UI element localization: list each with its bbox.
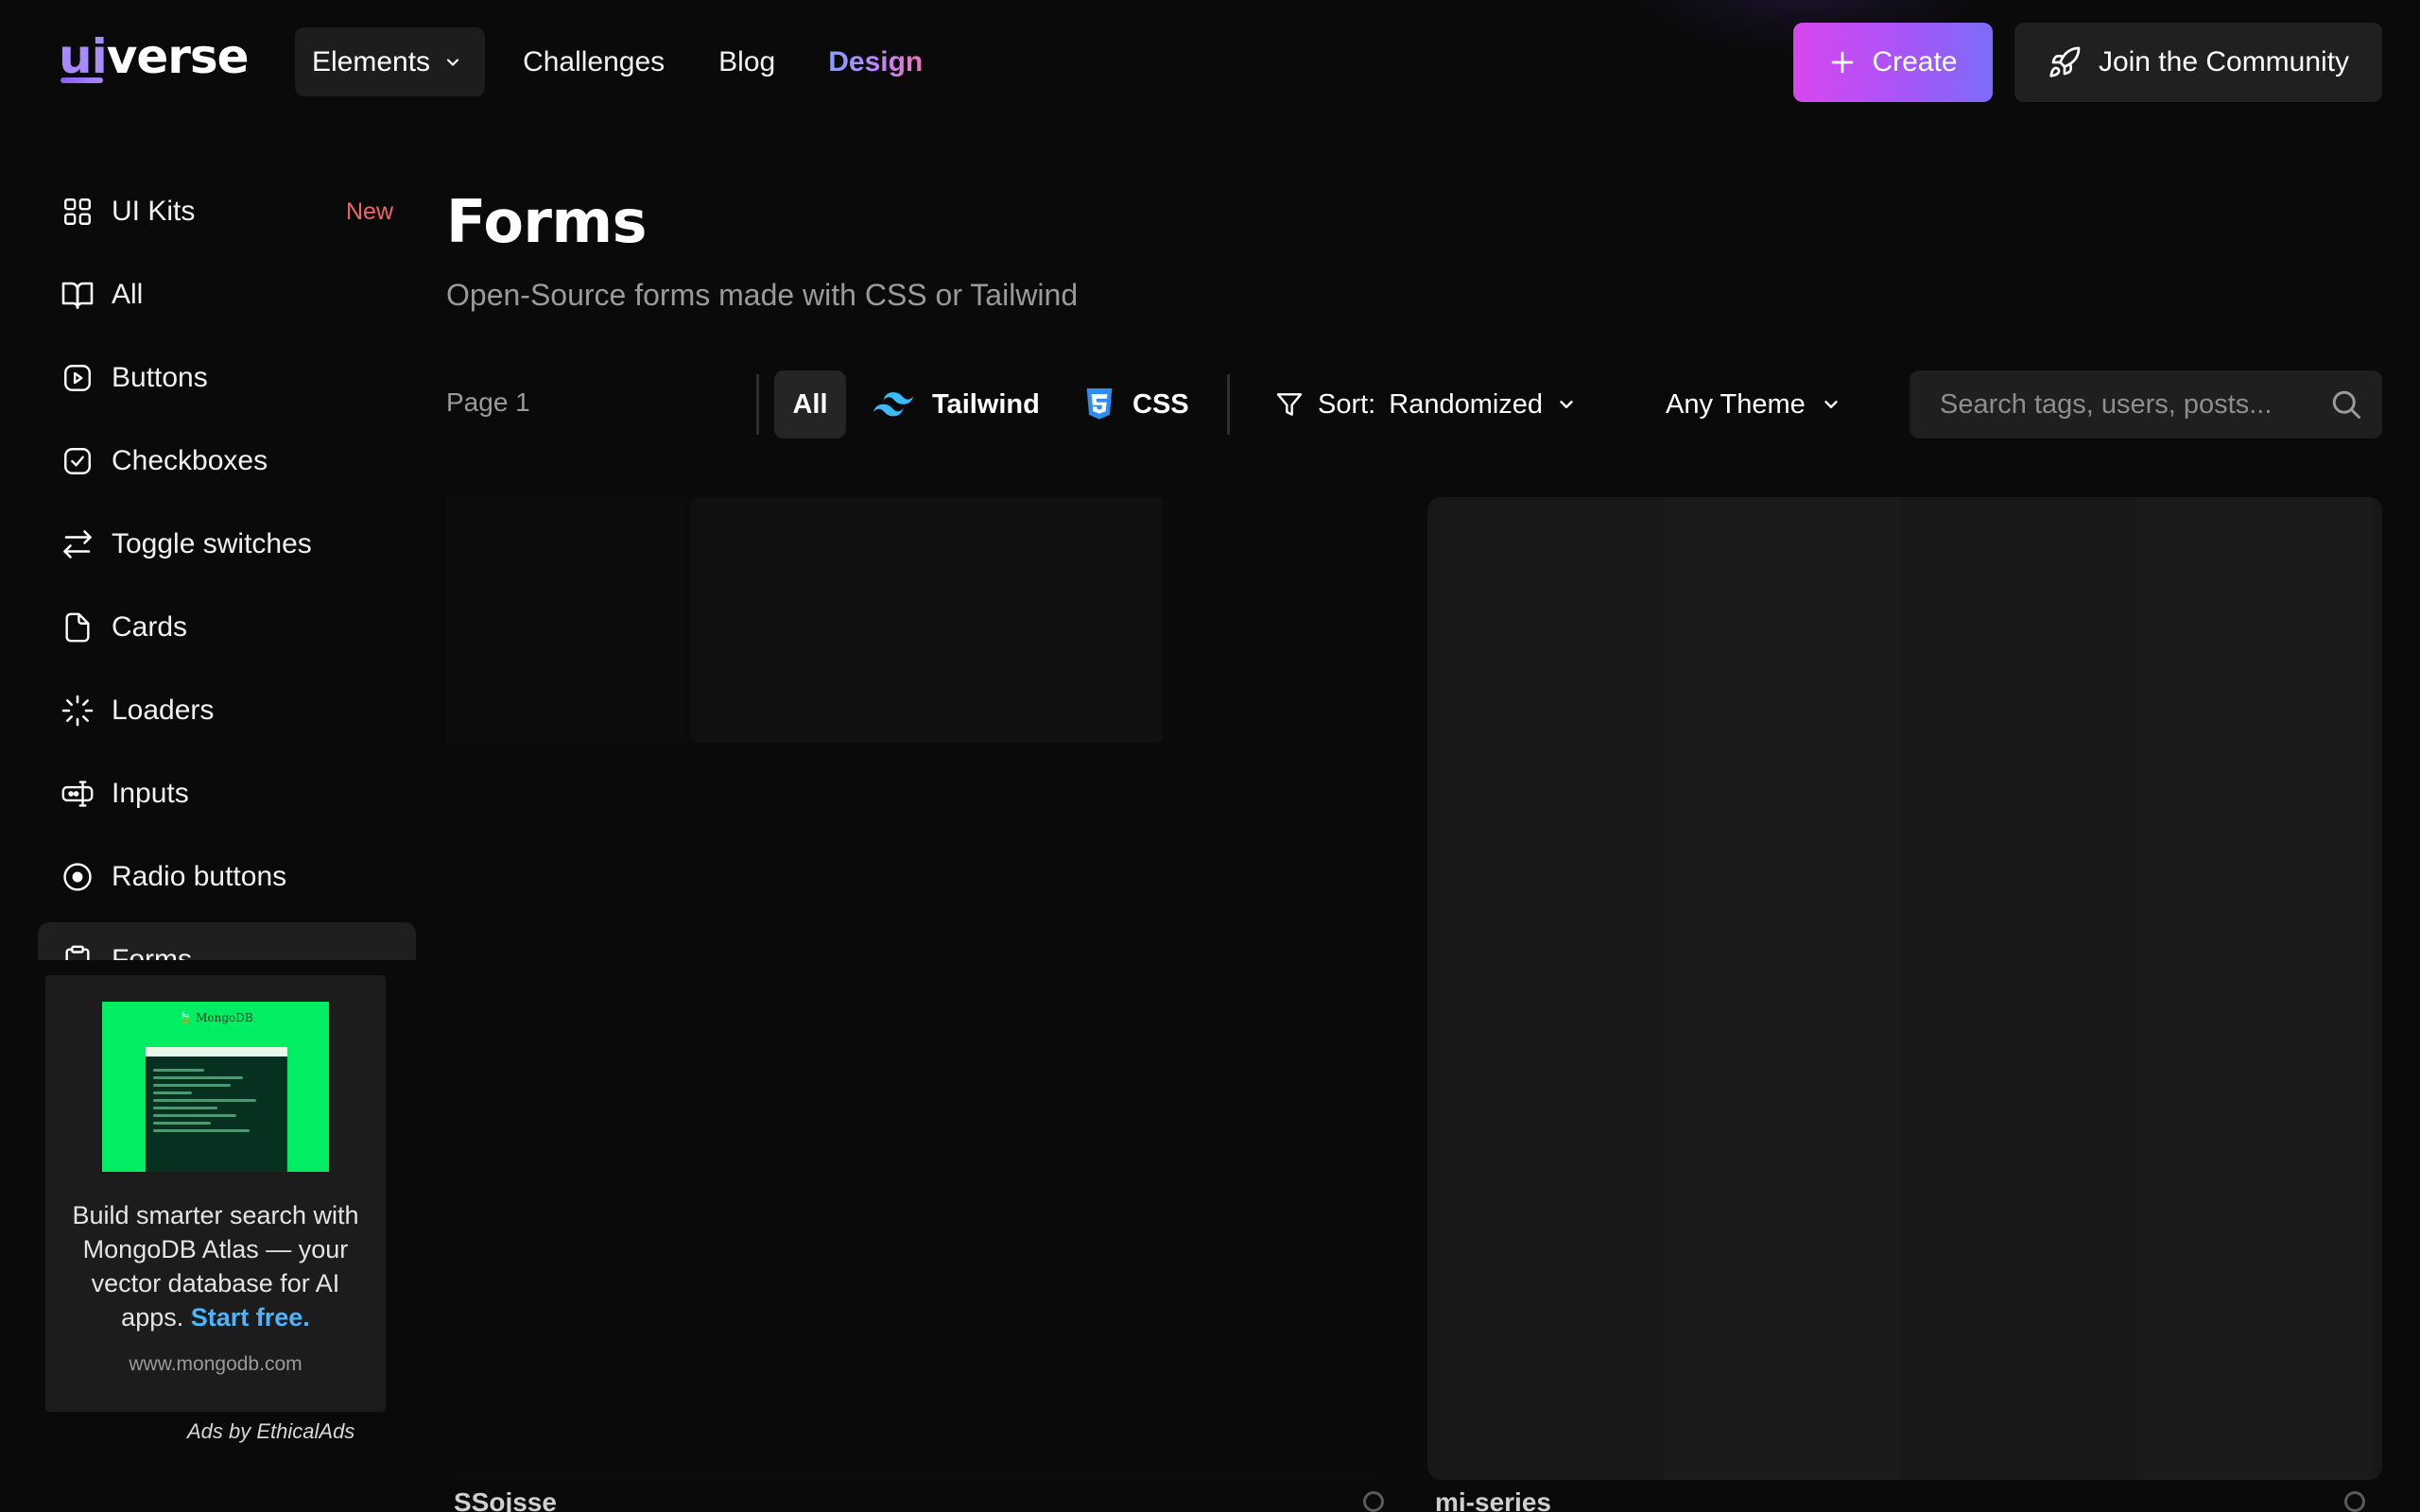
- arrows-swap-icon: [60, 527, 95, 561]
- theme-dropdown[interactable]: Any Theme: [1666, 370, 1841, 438]
- form-card-preview[interactable]: [446, 497, 1390, 1480]
- mongodb-logo: 🍃 MongoDB: [178, 1011, 253, 1024]
- filter-toolbar: Page 1 All Tailwind CSS Sort: Randomized…: [446, 370, 2382, 438]
- search-icon[interactable]: [2329, 387, 2363, 421]
- sidebar-item-label: Inputs: [112, 778, 189, 809]
- card-skeleton: [1664, 497, 1900, 1480]
- search-box: [1910, 370, 2382, 438]
- filter-funnel-icon: [1276, 393, 1303, 416]
- sidebar-item-label: Toggle switches: [112, 528, 312, 559]
- file-icon: [60, 610, 95, 644]
- sort-dropdown[interactable]: Sort: Randomized: [1274, 370, 1577, 438]
- new-badge: New: [345, 198, 393, 225]
- sidebar-item-buttons[interactable]: Buttons: [38, 340, 416, 416]
- sidebar-item-ui-kits[interactable]: UI Kits New: [38, 174, 416, 249]
- filter-css-button[interactable]: CSS: [1085, 370, 1189, 438]
- bookmark-icon[interactable]: [1363, 1491, 1384, 1512]
- book-icon: [60, 278, 95, 312]
- ad-image: 🍃 MongoDB: [102, 1002, 329, 1172]
- elements-dropdown-label: Elements: [312, 45, 431, 77]
- search-input[interactable]: [1940, 388, 2318, 421]
- input-icon: [60, 777, 95, 811]
- sidebar-item-forms[interactable]: Forms: [38, 922, 416, 960]
- chevron-down-icon: [446, 58, 459, 66]
- bookmark-icon[interactable]: [2344, 1491, 2365, 1512]
- ad-code-screen: [146, 1047, 287, 1172]
- sidebar-item-toggle-switches[interactable]: Toggle switches: [38, 507, 416, 582]
- sidebar: UI Kits New All Buttons Checkboxes Toggl…: [38, 174, 416, 960]
- sidebar-item-label: Buttons: [112, 362, 208, 393]
- sidebar-item-cards[interactable]: Cards: [38, 590, 416, 665]
- nav-link-blog[interactable]: Blog: [718, 46, 775, 78]
- css3-icon: [1086, 388, 1113, 420]
- chevron-down-icon: [1824, 401, 1838, 408]
- card-skeleton: [2136, 497, 2373, 1480]
- nav-link-challenges[interactable]: Challenges: [523, 46, 665, 78]
- card-skeleton: [690, 497, 1163, 743]
- loader-icon: [60, 694, 95, 728]
- sidebar-item-label: Loaders: [112, 695, 215, 726]
- page-indicator: Page 1: [446, 387, 530, 417]
- chevron-down-icon: [1560, 401, 1573, 408]
- sidebar-item-inputs[interactable]: Inputs: [38, 756, 416, 832]
- ad-url: www.mongodb.com: [129, 1353, 302, 1375]
- page-subtitle: Open-Source forms made with CSS or Tailw…: [446, 278, 1079, 312]
- plus-icon: [1832, 51, 1854, 74]
- sort-label: Sort:: [1318, 388, 1376, 420]
- filter-all-button[interactable]: All: [774, 370, 846, 438]
- ad-cta-link[interactable]: Start free.: [191, 1303, 310, 1332]
- sidebar-item-label: Forms: [112, 944, 192, 960]
- clipboard-icon: [60, 943, 95, 960]
- nav-link-design[interactable]: Design: [828, 46, 923, 78]
- ads-by-ethicalads-link[interactable]: Ads by EthicalAds: [187, 1419, 354, 1444]
- form-card-preview[interactable]: [1427, 497, 2382, 1480]
- filter-tailwind-button[interactable]: Tailwind: [873, 370, 1040, 438]
- sidebar-item-loaders[interactable]: Loaders: [38, 673, 416, 748]
- filter-css-label: CSS: [1132, 388, 1189, 420]
- radio-icon: [60, 860, 95, 894]
- sidebar-item-checkboxes[interactable]: Checkboxes: [38, 423, 416, 499]
- card-author[interactable]: SSojsse: [454, 1487, 557, 1512]
- sponsored-ad[interactable]: 🍃 MongoDB Build smarter search with Mong…: [45, 975, 386, 1412]
- logo-verse: verse: [106, 29, 250, 84]
- tailwind-icon: [873, 392, 913, 417]
- ad-copy: Build smarter search with MongoDB Atlas …: [66, 1198, 365, 1334]
- divider: [756, 374, 759, 435]
- elements-dropdown[interactable]: Elements: [295, 27, 486, 96]
- page-title: Forms: [446, 187, 648, 256]
- main-nav: Elements Challenges Blog Design: [295, 27, 923, 96]
- check-square-icon: [60, 444, 95, 478]
- app-root: ui verse Elements Challenges Blog Design …: [0, 0, 2420, 1512]
- sidebar-item-label: Cards: [112, 611, 188, 643]
- theme-value: Any Theme: [1666, 388, 1806, 420]
- create-button[interactable]: Create: [1793, 23, 1993, 102]
- play-square-icon: [60, 361, 95, 395]
- rocket-icon: [2049, 46, 2081, 77]
- sidebar-item-label: UI Kits: [112, 196, 196, 227]
- join-community-button[interactable]: Join the Community: [2014, 23, 2382, 102]
- sidebar-item-label: All: [112, 279, 144, 310]
- card-author[interactable]: mi-series: [1435, 1487, 1551, 1512]
- sidebar-item-label: Radio buttons: [112, 861, 287, 892]
- card-skeleton: [446, 497, 683, 743]
- sidebar-item-radio-buttons[interactable]: Radio buttons: [38, 839, 416, 915]
- sidebar-item-label: Checkboxes: [112, 445, 268, 476]
- top-header: ui verse Elements Challenges Blog Design …: [0, 0, 2420, 125]
- filter-tailwind-label: Tailwind: [932, 388, 1040, 420]
- create-button-label: Create: [1872, 46, 1958, 77]
- logo-ui: ui: [59, 26, 108, 87]
- join-community-label: Join the Community: [2098, 46, 2350, 77]
- uiverse-logo[interactable]: ui verse: [59, 26, 250, 87]
- divider: [1227, 374, 1230, 435]
- sidebar-item-all[interactable]: All: [38, 257, 416, 333]
- grid-icon: [60, 195, 95, 229]
- sort-value: Randomized: [1389, 388, 1544, 420]
